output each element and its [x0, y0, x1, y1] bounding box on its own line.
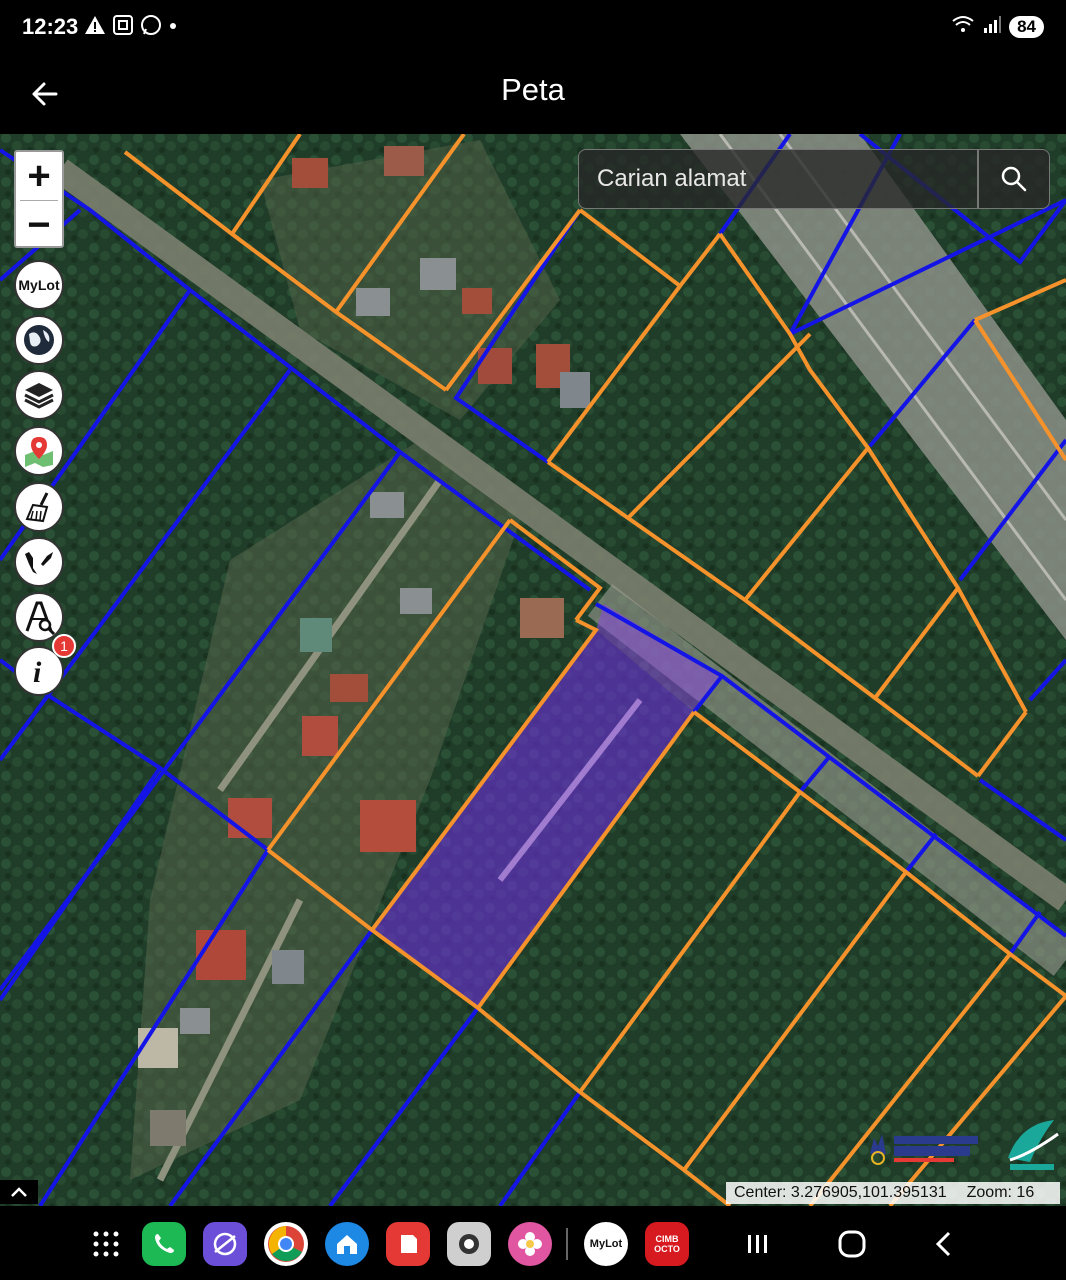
- system-nav-bar: MyLot CIMB OCTO: [0, 1206, 1066, 1280]
- layers-icon: [24, 383, 54, 409]
- app-drawer-icon[interactable]: [86, 1224, 126, 1264]
- broom-icon: [25, 492, 49, 523]
- status-time: 12:23: [22, 14, 79, 39]
- wifi-icon: [951, 14, 975, 39]
- map-canvas[interactable]: [0, 134, 1066, 1206]
- search-input[interactable]: [579, 150, 977, 208]
- layers-button[interactable]: [14, 370, 64, 420]
- location-button[interactable]: [14, 426, 64, 476]
- mylot-button[interactable]: MyLot: [14, 260, 64, 310]
- cimb-app-icon[interactable]: CIMB OCTO: [645, 1222, 689, 1266]
- screenshot-icon: [112, 14, 134, 42]
- search-icon: [1001, 166, 1027, 192]
- notification-icons: [84, 14, 178, 42]
- internet-app-icon[interactable]: [203, 1222, 247, 1266]
- home-button-icon[interactable]: [832, 1224, 872, 1264]
- back-button-icon[interactable]: [924, 1224, 964, 1264]
- svg-text:i: i: [33, 656, 42, 689]
- globe-icon: [24, 325, 54, 355]
- map-center-text: Center: 3.276905,101.395131: [734, 1184, 947, 1201]
- measure-search-icon: [25, 601, 56, 635]
- chevron-up-icon: [11, 1187, 27, 1197]
- page-title: Peta: [501, 72, 565, 107]
- recent-apps-icon[interactable]: [738, 1224, 778, 1264]
- zoom-out-button[interactable]: −: [16, 201, 62, 249]
- info-badge: 1: [52, 634, 76, 658]
- map-pin-icon: [25, 437, 53, 467]
- home-app-icon[interactable]: [325, 1222, 369, 1266]
- dot-icon: [168, 14, 178, 42]
- map-view[interactable]: + − MyLot i 1: [0, 134, 1066, 1206]
- status-bar: 12:23 84: [0, 0, 1066, 58]
- mylot-app-icon[interactable]: MyLot: [584, 1222, 628, 1266]
- signal-icon: [983, 14, 1002, 39]
- mylot-icon: MyLot: [18, 277, 60, 293]
- malaysia-map-button[interactable]: [14, 537, 64, 587]
- chrome-app-icon[interactable]: [264, 1222, 308, 1266]
- map-coordinates-bar: Center: 3.276905,101.395131 Zoom: 16: [726, 1182, 1060, 1204]
- search-box: [578, 149, 978, 209]
- phone-app-icon[interactable]: [142, 1222, 186, 1266]
- malaysia-map-icon: [25, 552, 53, 574]
- app-bar: Peta: [0, 58, 1066, 134]
- status-right: 84: [951, 14, 1044, 39]
- warning-icon: [84, 15, 106, 41]
- battery-level: 84: [1009, 15, 1044, 38]
- basemap-button[interactable]: [14, 315, 64, 365]
- expand-panel-button[interactable]: [0, 1180, 38, 1204]
- map-zoom-text: Zoom: 16: [966, 1184, 1035, 1201]
- notes-app-icon[interactable]: [386, 1222, 430, 1266]
- zoom-in-button[interactable]: +: [16, 152, 62, 200]
- dock-divider: [566, 1228, 568, 1260]
- whatsapp-icon: [140, 14, 162, 42]
- malaysia-madani-logo: [866, 1124, 982, 1170]
- zoom-controls: + −: [14, 150, 64, 248]
- info-icon: i: [33, 656, 42, 689]
- search-button[interactable]: [978, 149, 1050, 209]
- clear-button[interactable]: [14, 482, 64, 532]
- camera-app-icon[interactable]: [447, 1222, 491, 1266]
- jupem-logo: [1000, 1114, 1062, 1174]
- measure-button[interactable]: [14, 592, 64, 642]
- gallery-app-icon[interactable]: [508, 1222, 552, 1266]
